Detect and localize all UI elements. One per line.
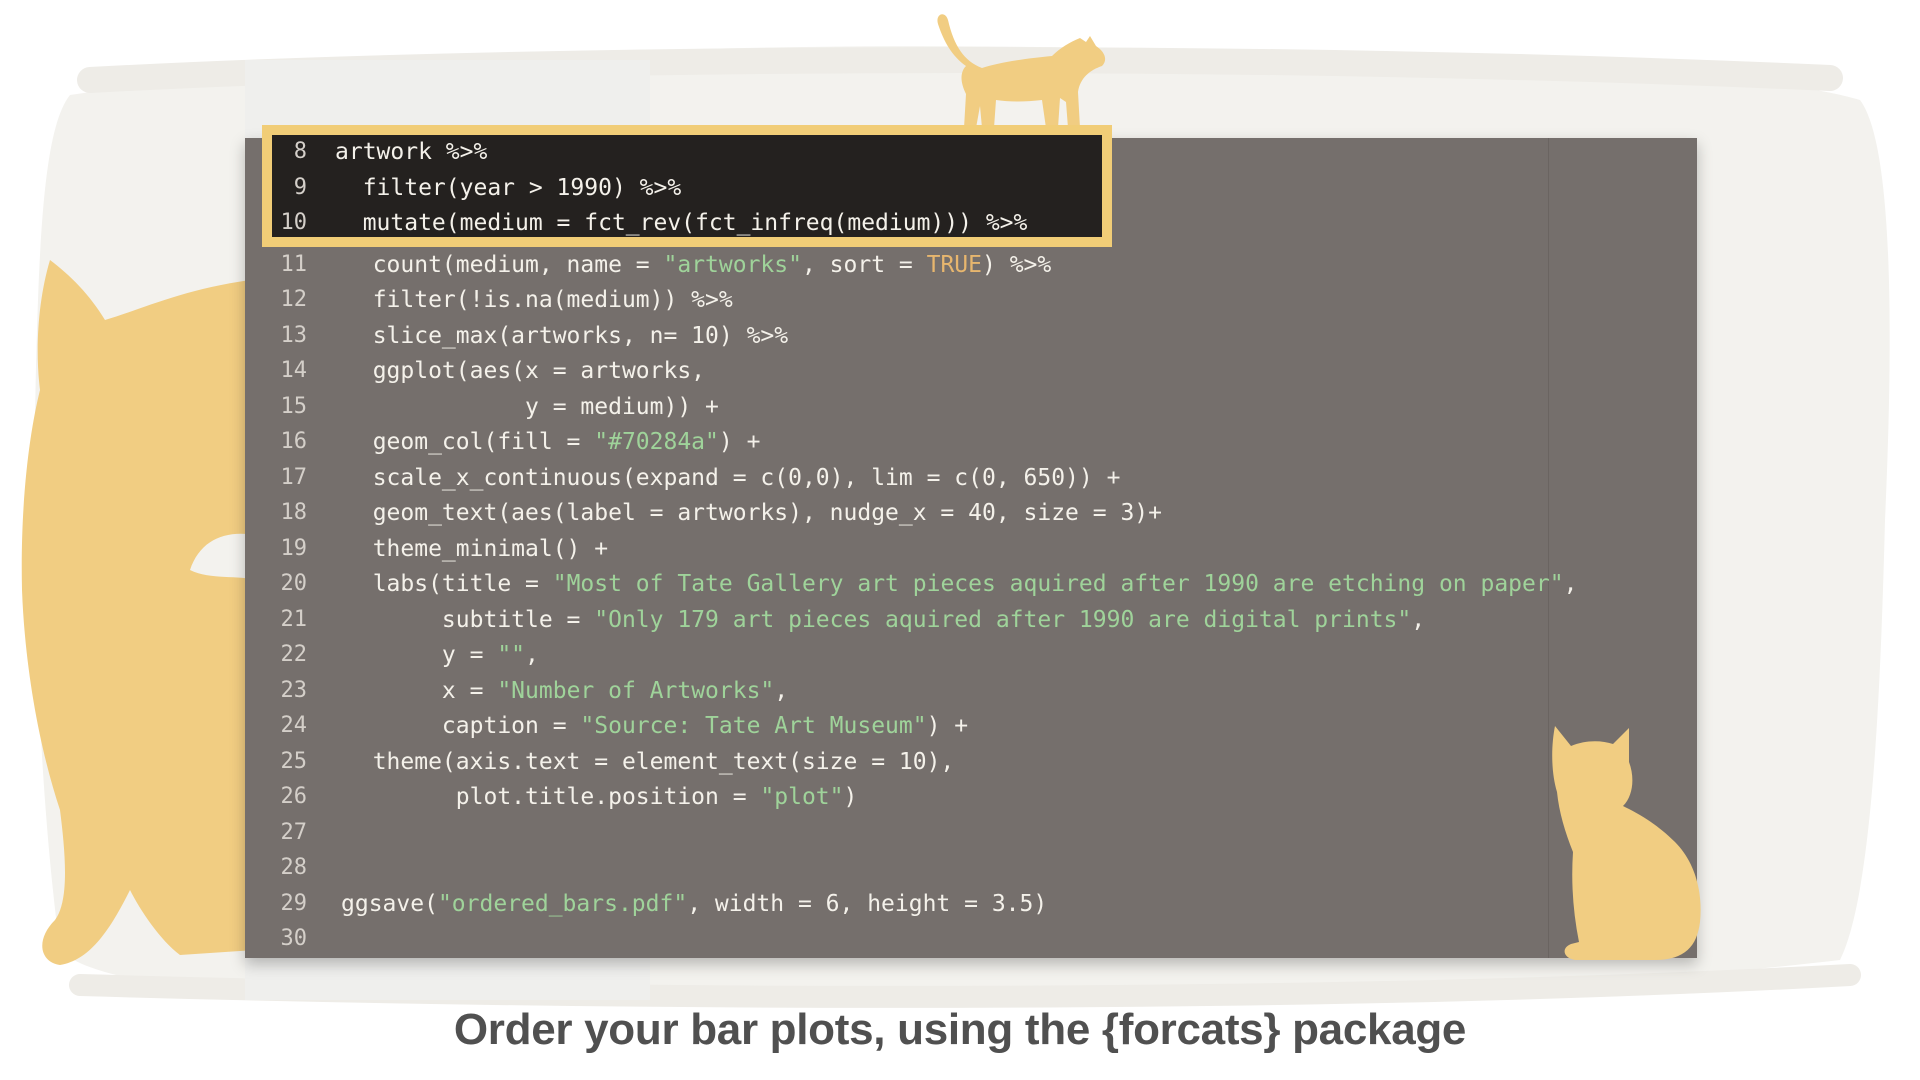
code-line[interactable]: 27 bbox=[245, 815, 1697, 851]
code-text: scale_x_continuous(expand = c(0,0), lim … bbox=[345, 464, 1121, 491]
line-number: 14 bbox=[280, 358, 308, 383]
code-text: labs(title = "Most of Tate Gallery art p… bbox=[345, 571, 1578, 597]
code-line[interactable]: 15 y = medium)) + bbox=[245, 389, 1697, 425]
code-line[interactable]: 11 count(medium, name = "artworks", sort… bbox=[245, 247, 1697, 283]
code-text: theme(axis.text = element_text(size = 10… bbox=[345, 748, 955, 775]
line-number: 18 bbox=[280, 500, 308, 525]
code-line[interactable]: 16 geom_col(fill = "#70284a") + bbox=[245, 424, 1697, 460]
code-line[interactable]: 9 filter(year > 1990) %>% bbox=[245, 170, 1697, 206]
code-text: geom_col(fill = "#70284a") + bbox=[345, 429, 761, 455]
code-text: mutate(medium = fct_rev(fct_infreq(mediu… bbox=[335, 210, 1028, 236]
code-line[interactable]: 18 geom_text(aes(label = artworks), nudg… bbox=[245, 495, 1697, 531]
line-number: 19 bbox=[280, 535, 308, 561]
line-number: 22 bbox=[280, 642, 308, 667]
code-line[interactable]: 22 y = "", bbox=[245, 637, 1697, 673]
code-text: x = "Number of Artworks", bbox=[345, 677, 789, 704]
line-number: 24 bbox=[280, 713, 308, 738]
code-text: count(medium, name = "artworks", sort = … bbox=[345, 251, 1052, 278]
line-number: 23 bbox=[280, 677, 308, 703]
code-line[interactable]: 19 theme_minimal() + bbox=[245, 531, 1697, 567]
code-line[interactable]: 10 mutate(medium = fct_rev(fct_infreq(me… bbox=[245, 205, 1697, 241]
code-line[interactable]: 12 filter(!is.na(medium)) %>% bbox=[245, 282, 1697, 318]
slide: 8 artwork %>% 9 filter(year > 1990) %>% 10 … bbox=[0, 0, 1920, 1080]
slide-caption: Order your bar plots, using the {forcats… bbox=[453, 1005, 1467, 1054]
code-line[interactable]: 17 scale_x_continuous(expand = c(0,0), l… bbox=[245, 460, 1697, 496]
line-number: 15 bbox=[280, 393, 308, 419]
code-text: plot.title.position = "plot") bbox=[345, 784, 858, 810]
code-line[interactable]: 24 caption = "Source: Tate Art Museum") … bbox=[245, 708, 1697, 744]
code-text: caption = "Source: Tate Art Museum") + bbox=[345, 713, 969, 739]
code-line[interactable]: 29 ggsave("ordered_bars.pdf", width = 6, … bbox=[245, 886, 1697, 922]
line-number: 17 bbox=[280, 464, 308, 490]
code-text: filter(year > 1990) %>% bbox=[335, 174, 682, 201]
line-number: 28 bbox=[280, 855, 308, 880]
code-text: y = medium)) + bbox=[345, 393, 719, 420]
large-cat-silhouette-icon bbox=[21, 260, 255, 965]
line-number: 11 bbox=[280, 251, 308, 277]
line-number: 21 bbox=[280, 606, 308, 632]
line-number: 27 bbox=[280, 819, 308, 845]
code-line[interactable]: 25 theme(axis.text = element_text(size =… bbox=[245, 744, 1697, 780]
code-line[interactable]: 20 labs(title = "Most of Tate Gallery ar… bbox=[245, 566, 1697, 602]
code-text: y = "", bbox=[345, 642, 539, 668]
code-line[interactable]: 26 plot.title.position = "plot") bbox=[245, 779, 1697, 815]
code-line[interactable]: 13 slice_max(artworks, n= 10) %>% bbox=[245, 318, 1697, 354]
code-text: geom_text(aes(label = artworks), nudge_x… bbox=[345, 500, 1162, 526]
line-number: 25 bbox=[280, 748, 308, 774]
code-text: slice_max(artworks, n= 10) %>% bbox=[345, 322, 789, 349]
code-text: artwork %>% bbox=[335, 139, 488, 165]
line-number: 8 bbox=[293, 139, 307, 164]
code-line[interactable]: 14 ggplot(aes(x = artworks, bbox=[245, 353, 1697, 389]
code-line[interactable]: 28 bbox=[245, 850, 1697, 886]
code-text: ggplot(aes(x = artworks, bbox=[345, 358, 706, 384]
line-number: 13 bbox=[280, 322, 308, 348]
code-text: subtitle = "Only 179 art pieces aquired … bbox=[345, 606, 1426, 633]
line-number: 12 bbox=[280, 287, 308, 312]
code-line[interactable]: 23 x = "Number of Artworks", bbox=[245, 673, 1697, 709]
line-number: 9 bbox=[293, 174, 307, 200]
line-number: 26 bbox=[280, 784, 308, 809]
code-line[interactable]: 8 artwork %>% bbox=[245, 134, 1697, 170]
line-number: 16 bbox=[280, 429, 308, 454]
line-number: 10 bbox=[280, 210, 308, 235]
code-text: filter(!is.na(medium)) %>% bbox=[345, 287, 733, 313]
code-text: ggsave("ordered_bars.pdf", width = 6, he… bbox=[341, 890, 1048, 917]
line-number: 30 bbox=[280, 926, 308, 951]
line-number: 29 bbox=[280, 890, 308, 916]
code-line[interactable]: 21 subtitle = "Only 179 art pieces aquir… bbox=[245, 602, 1697, 638]
code-text: theme_minimal() + bbox=[345, 535, 609, 562]
line-number: 20 bbox=[280, 571, 308, 596]
code-line[interactable]: 30 bbox=[245, 921, 1697, 957]
walking-cat-icon bbox=[937, 14, 1106, 128]
